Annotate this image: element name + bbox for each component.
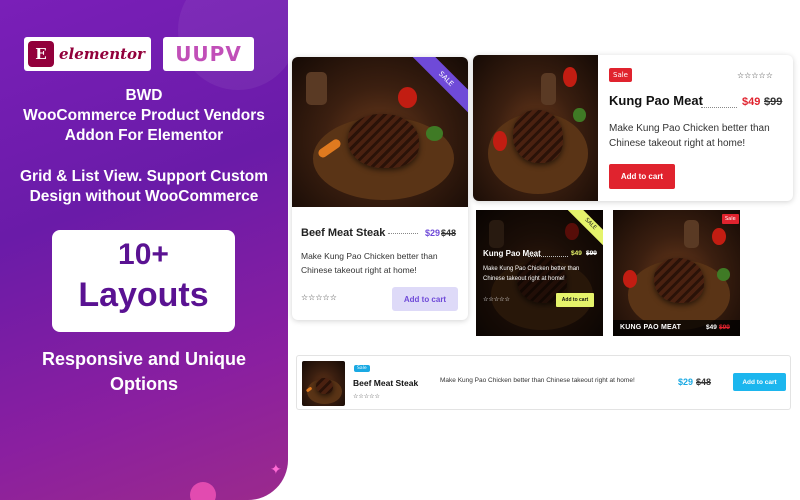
promo-subtitle-line: Grid & List View. Support Custom (19, 168, 268, 185)
promo-footer-line: Responsive and Unique (41, 349, 247, 369)
sale-badge: Sale (354, 365, 370, 372)
star-rating-icon: ☆☆☆☆☆ (737, 71, 773, 80)
price-leader-dots (528, 256, 568, 257)
add-to-cart-button[interactable]: Add to cart (556, 293, 594, 307)
star-rating-icon: ☆☆☆☆☆ (483, 296, 510, 303)
product-name[interactable]: Kung Pao Meat (609, 93, 703, 108)
promo-subtitle-line: Design without WooCommerce (29, 188, 259, 205)
product-old-price: $99 (586, 250, 597, 257)
star-rating-icon: ☆☆☆☆☆ (353, 393, 380, 400)
page: ✦ E elementor UUPV BWD WooCommerce Produ… (0, 0, 800, 500)
promo-title: BWD WooCommerce Product Vendors Addon Fo… (0, 86, 288, 146)
product-price: $29 (425, 228, 441, 238)
product-card-image-bar[interactable]: Sale KUNG PAO MEAT $49 $99 (613, 210, 740, 336)
product-description: Make Kung Pao Chicken better than Chines… (483, 266, 580, 282)
product-card-row[interactable]: Sale Beef Meat Steak ☆☆☆☆☆ Make Kung Pao… (296, 355, 791, 410)
product-name[interactable]: Beef Meat Steak (353, 378, 418, 388)
decor-dot (190, 482, 216, 500)
product-price: $49 (706, 324, 717, 331)
partner-logo: UUPV (163, 37, 254, 71)
layouts-count: 10+ (118, 238, 169, 271)
product-old-price: $48 (696, 377, 712, 387)
elementor-logo-icon: E (28, 41, 54, 67)
product-description: Make Kung Pao Chicken better than Chines… (301, 251, 438, 275)
product-price: $49 (742, 96, 761, 108)
product-card-overlay[interactable]: SALE Kung Pao Meat $49 $99 Make Kung Pao… (476, 210, 603, 336)
product-image[interactable] (302, 361, 345, 406)
product-description: Make Kung Pao Chicken better than Chines… (440, 377, 635, 384)
star-rating-icon: ☆☆☆☆☆ (301, 293, 337, 302)
partner-logo-text: UUPV (175, 42, 242, 66)
price-leader-dots (701, 107, 737, 108)
promo-footer: Responsive and Unique Options (0, 347, 288, 397)
add-to-cart-button[interactable]: Add to cart (392, 287, 458, 311)
promo-title-line: Addon For Elementor (64, 127, 224, 144)
sparkle-icon: ✦ (270, 462, 282, 478)
product-image[interactable] (473, 55, 598, 201)
layouts-badge: 10+ Layouts (52, 230, 235, 332)
product-price: $49 (571, 250, 582, 257)
product-price: $29 (678, 377, 694, 387)
add-to-cart-button[interactable]: Add to cart (733, 373, 786, 391)
product-card-grid[interactable]: SALE Beef Meat Steak $29 $48 Make Kung P… (292, 57, 468, 320)
add-to-cart-button[interactable]: Add to cart (609, 164, 675, 189)
promo-title-line: BWD (125, 87, 163, 104)
product-card-list[interactable]: Sale ☆☆☆☆☆ Kung Pao Meat $49 $99 Make Ku… (473, 55, 793, 201)
product-old-price: $99 (764, 96, 783, 108)
promo-footer-line: Options (110, 374, 178, 394)
promo-subtitle: Grid & List View. Support Custom Design … (0, 167, 288, 207)
elementor-logo: E elementor (24, 37, 151, 71)
product-old-price: $48 (441, 228, 457, 238)
elementor-logo-text: elementor (59, 45, 145, 63)
product-old-price: $99 (719, 324, 730, 331)
product-image[interactable] (613, 210, 740, 336)
product-name[interactable]: Beef Meat Steak (301, 227, 385, 239)
promo-panel: ✦ E elementor UUPV BWD WooCommerce Produ… (0, 0, 288, 500)
price-leader-dots (388, 233, 418, 234)
product-name[interactable]: KUNG PAO MEAT (620, 324, 681, 331)
sale-badge: Sale (722, 214, 739, 224)
promo-title-line: WooCommerce Product Vendors (23, 107, 265, 124)
layouts-word: Layouts (78, 276, 209, 314)
sale-badge: Sale (609, 68, 632, 82)
product-description: Make Kung Pao Chicken better than Chines… (609, 123, 770, 149)
